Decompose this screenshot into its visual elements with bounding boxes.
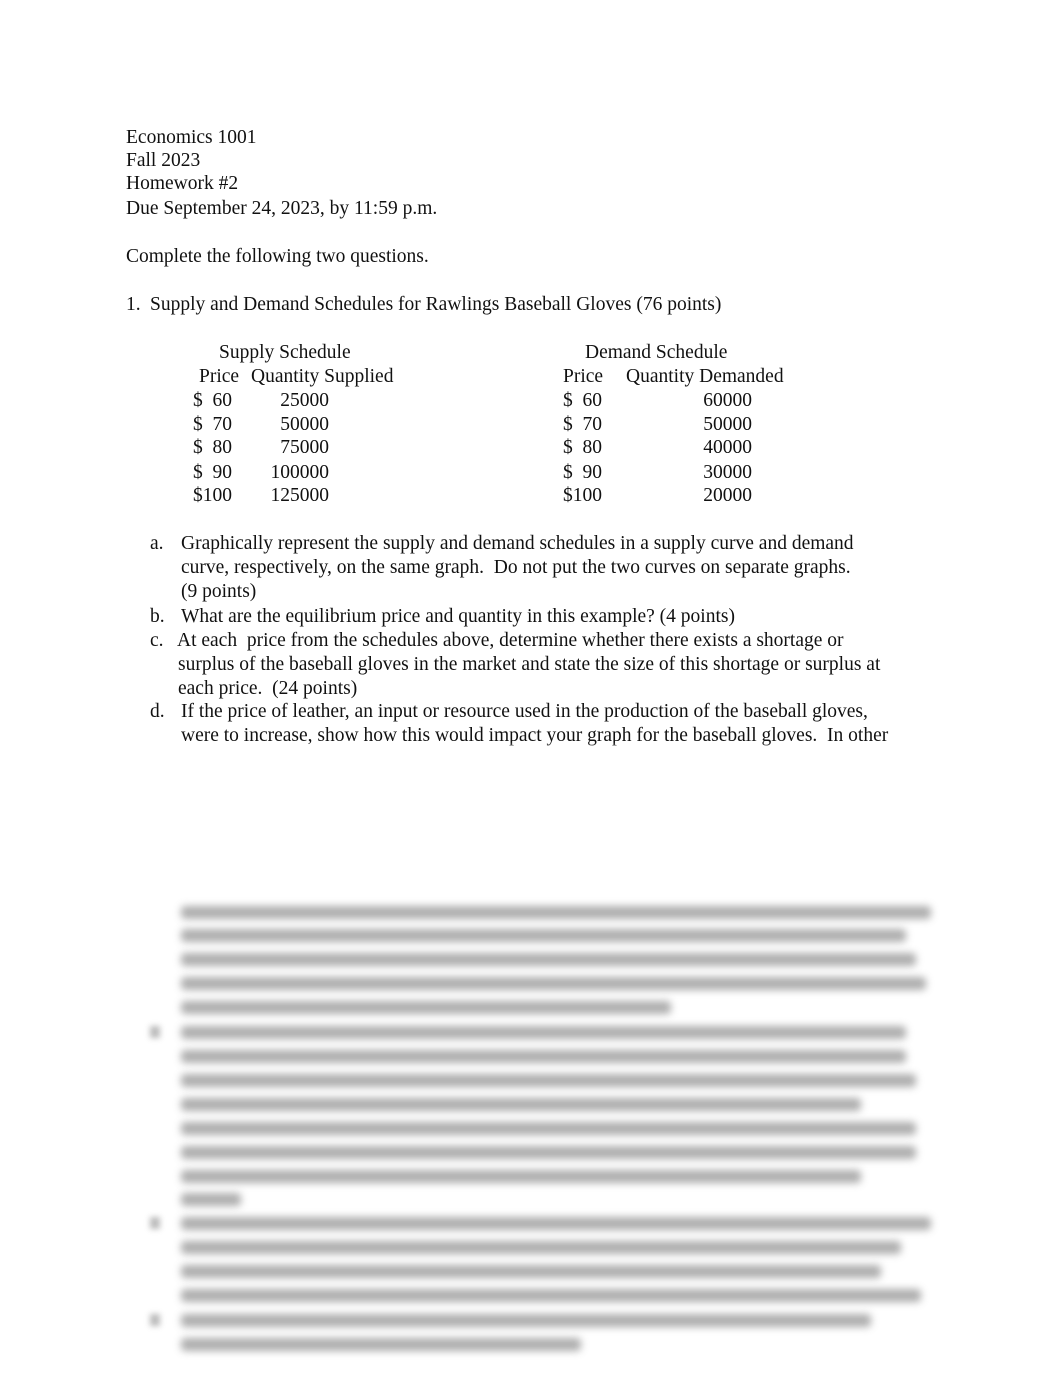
blurred-text-line <box>181 1265 881 1278</box>
demand-quantity: 50000 <box>703 414 752 435</box>
supply-price-header: Price <box>199 366 240 387</box>
supply-quantity: 75000 <box>280 437 329 458</box>
demand-price: $ 60 <box>563 390 602 411</box>
part-text-line: each price. (24 points) <box>178 678 358 699</box>
part-text-line: surplus of the baseball gloves in the ma… <box>178 654 881 675</box>
part-text-line: At each price from the schedules above, … <box>177 630 844 651</box>
part-label: b. <box>150 606 165 627</box>
part-label: a. <box>150 533 164 554</box>
part-label: c. <box>150 630 164 651</box>
supply-quantity: 100000 <box>270 462 330 483</box>
blurred-text-line <box>181 1338 581 1351</box>
blurred-text-line <box>181 1098 861 1111</box>
question-title: Supply and Demand Schedules for Rawlings… <box>150 294 722 315</box>
blurred-text-line <box>181 1193 241 1206</box>
supply-price: $ 70 <box>193 414 232 435</box>
question-number: 1. <box>126 294 141 315</box>
blurred-text-line <box>181 929 906 942</box>
blurred-text-line <box>181 1122 916 1135</box>
due-date: Due September 24, 2023, by 11:59 p.m. <box>126 198 438 219</box>
supply-quantity: 25000 <box>280 390 329 411</box>
demand-quantity: 20000 <box>703 485 752 506</box>
blurred-text-line <box>181 953 916 966</box>
fade-overlay <box>170 742 950 756</box>
blurred-text-line <box>181 1170 861 1183</box>
supply-qty-header: Quantity Supplied <box>251 366 394 387</box>
demand-price: $ 80 <box>563 437 602 458</box>
blurred-text-line <box>181 1241 901 1254</box>
course-title: Economics 1001 <box>126 127 257 148</box>
supply-price: $ 60 <box>193 390 232 411</box>
blurred-list-marker <box>150 1314 160 1326</box>
blurred-text-line <box>181 1026 906 1039</box>
demand-price: $ 70 <box>563 414 602 435</box>
part-text-line: If the price of leather, an input or res… <box>181 701 868 722</box>
part-text-line: Graphically represent the supply and dem… <box>181 533 854 554</box>
blurred-list-marker <box>150 1217 160 1229</box>
part-text-line: What are the equilibrium price and quant… <box>181 606 735 627</box>
blurred-text-line <box>181 977 926 990</box>
demand-price-header: Price <box>563 366 604 387</box>
demand-price: $100 <box>563 485 602 506</box>
part-label: d. <box>150 701 165 722</box>
part-text-line: curve, respectively, on the same graph. … <box>181 557 851 578</box>
demand-quantity: 60000 <box>703 390 752 411</box>
supply-price: $ 90 <box>193 462 232 483</box>
demand-quantity: 40000 <box>703 437 752 458</box>
blurred-text-line <box>181 1074 916 1087</box>
term: Fall 2023 <box>126 150 201 171</box>
blurred-text-line <box>181 1146 916 1159</box>
part-text-line: (9 points) <box>181 581 257 602</box>
supply-quantity: 125000 <box>270 485 330 506</box>
blurred-text-line <box>181 906 931 919</box>
blurred-list-marker <box>150 1026 160 1038</box>
demand-schedule-title: Demand Schedule <box>585 342 728 363</box>
supply-price: $ 80 <box>193 437 232 458</box>
demand-price: $ 90 <box>563 462 602 483</box>
blurred-text-line <box>181 1314 871 1327</box>
supply-schedule-title: Supply Schedule <box>219 342 351 363</box>
supply-price: $100 <box>193 485 232 506</box>
blurred-text-line <box>181 1217 931 1230</box>
blurred-text-line <box>181 1050 906 1063</box>
demand-quantity: 30000 <box>703 462 752 483</box>
blurred-text-line <box>181 1289 921 1302</box>
blurred-text-line <box>181 1001 671 1014</box>
supply-quantity: 50000 <box>280 414 329 435</box>
assignment-title: Homework #2 <box>126 173 239 194</box>
instructions: Complete the following two questions. <box>126 246 429 267</box>
demand-qty-header: Quantity Demanded <box>626 366 784 387</box>
